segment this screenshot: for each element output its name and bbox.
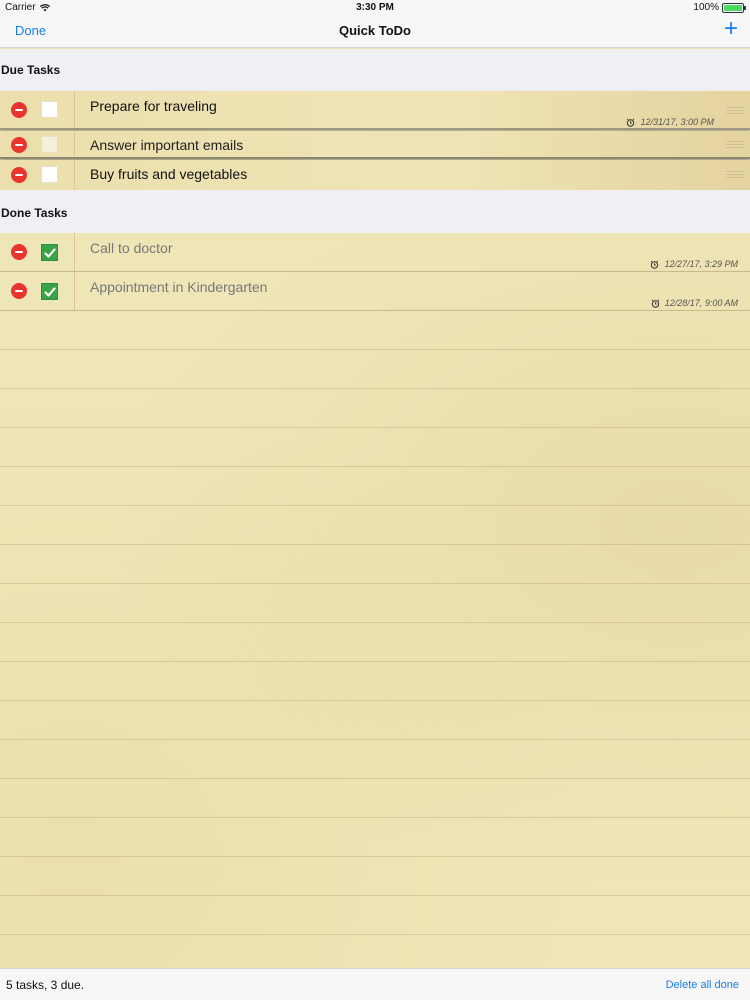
margin-line <box>74 91 75 128</box>
due-task-row[interactable]: Prepare for traveling 12/31/17, 3:00 PM <box>0 91 750 130</box>
delete-icon[interactable] <box>11 102 27 118</box>
checkmark-icon <box>44 248 56 258</box>
margin-line <box>74 131 75 157</box>
alarm-clock-icon <box>650 259 659 269</box>
due-date: 12/27/17, 3:29 PM <box>650 259 738 269</box>
delete-all-done-button[interactable]: Delete all done <box>666 979 739 991</box>
task-checkbox[interactable] <box>41 136 58 153</box>
delete-icon[interactable] <box>11 244 27 260</box>
page-title: Quick ToDo <box>339 23 411 38</box>
due-task-row[interactable]: Answer important emails <box>0 131 750 159</box>
due-task-row[interactable]: Buy fruits and vegetables <box>0 160 750 190</box>
delete-icon[interactable] <box>11 137 27 153</box>
reorder-handle-icon[interactable] <box>726 107 744 115</box>
battery-percent: 100% <box>693 2 719 13</box>
section-header-due: Due Tasks <box>0 49 750 91</box>
bottom-toolbar: 5 tasks, 3 due. Delete all done <box>0 968 750 1000</box>
paper-background <box>0 233 750 968</box>
plus-icon: + <box>723 15 738 42</box>
done-task-row[interactable]: Appointment in Kindergarten 12/28/17, 9:… <box>0 272 750 311</box>
task-checkbox[interactable] <box>41 166 58 183</box>
due-date-text: 12/31/17, 3:00 PM <box>640 117 714 127</box>
margin-line <box>74 160 75 190</box>
alarm-clock-icon <box>626 117 635 127</box>
battery-fill <box>724 4 742 11</box>
reorder-handle-icon[interactable] <box>726 141 744 149</box>
due-date-text: 12/28/17, 9:00 AM <box>664 298 738 308</box>
delete-icon[interactable] <box>11 283 27 299</box>
task-checkbox[interactable] <box>41 101 58 118</box>
checkmark-icon <box>44 287 56 297</box>
task-title[interactable]: Call to doctor <box>90 240 172 256</box>
section-header-done: Done Tasks <box>0 190 750 233</box>
delete-icon[interactable] <box>11 167 27 183</box>
navigation-bar: Done Quick ToDo + <box>0 14 750 48</box>
task-title[interactable]: Prepare for traveling <box>90 98 217 114</box>
add-task-button[interactable]: + <box>724 17 738 41</box>
battery-indicator: 100% <box>693 2 746 13</box>
task-title[interactable]: Answer important emails <box>90 137 243 153</box>
status-bar: Carrier 3:30 PM 100% <box>0 0 750 14</box>
due-date-text: 12/27/17, 3:29 PM <box>664 259 738 269</box>
task-title[interactable]: Appointment in Kindergarten <box>90 279 267 295</box>
due-date: 12/28/17, 9:00 AM <box>651 298 738 308</box>
status-time: 3:30 PM <box>356 2 394 13</box>
reorder-handle-icon[interactable] <box>726 171 744 179</box>
task-title[interactable]: Buy fruits and vegetables <box>90 166 247 182</box>
task-checkbox-checked[interactable] <box>41 283 58 300</box>
done-task-row[interactable]: Call to doctor 12/27/17, 3:29 PM <box>0 233 750 272</box>
task-summary: 5 tasks, 3 due. <box>6 978 85 992</box>
alarm-clock-icon <box>651 298 660 308</box>
task-checkbox-checked[interactable] <box>41 244 58 261</box>
battery-icon <box>722 2 746 13</box>
due-date: 12/31/17, 3:00 PM <box>626 117 714 127</box>
